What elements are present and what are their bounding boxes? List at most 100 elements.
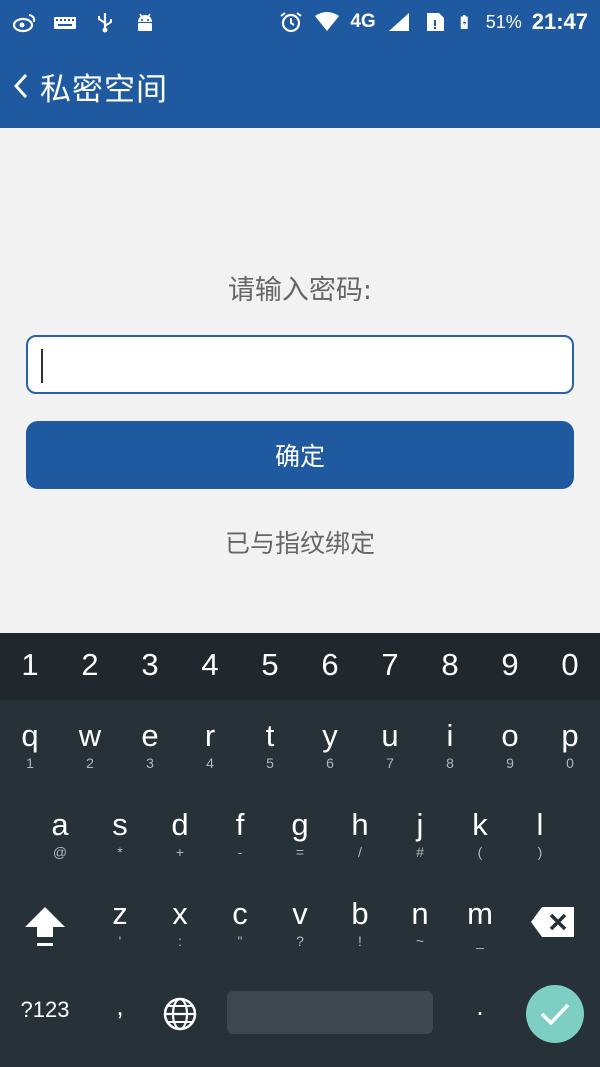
period-key[interactable]: .	[460, 991, 500, 1022]
key-hint: ~	[415, 933, 425, 949]
key-b[interactable]: b!	[330, 897, 390, 957]
key-i[interactable]: i8	[420, 719, 480, 779]
key-hint: 0	[566, 755, 574, 771]
confirm-button[interactable]: 确定	[26, 421, 574, 489]
key-hint: -	[237, 844, 243, 860]
symbols-key[interactable]: ?123	[10, 997, 80, 1023]
key-2[interactable]: 2	[60, 647, 120, 687]
key-c[interactable]: c "	[210, 897, 270, 957]
alarm-icon	[280, 12, 302, 33]
key-s[interactable]: s *	[90, 808, 150, 868]
key-letter: p	[561, 718, 579, 753]
password-field[interactable]	[26, 335, 574, 394]
key-l[interactable]: l)	[510, 808, 570, 868]
key-0[interactable]: 0	[540, 647, 600, 687]
language-key[interactable]	[160, 994, 200, 1034]
battery-icon	[460, 15, 468, 29]
status-time: 21:47	[531, 9, 588, 34]
space-key[interactable]	[227, 991, 433, 1034]
key-letter: v	[292, 896, 308, 931]
shift-key[interactable]	[20, 903, 70, 953]
back-button[interactable]	[10, 66, 32, 106]
key-hint: 1	[26, 755, 34, 771]
key-letter: d	[171, 807, 189, 842]
key-5[interactable]: 5	[240, 647, 300, 687]
status-left	[12, 11, 158, 33]
key-z[interactable]: z '	[90, 897, 150, 957]
key-4[interactable]: 4	[180, 647, 240, 687]
key-letter: o	[501, 718, 519, 753]
key-8[interactable]: 8	[420, 647, 480, 687]
key-d[interactable]: d +	[150, 808, 210, 868]
key-a[interactable]: a @	[30, 808, 90, 868]
key-letter: n	[411, 896, 429, 931]
chevron-left-icon	[13, 73, 28, 99]
key-hint: *	[117, 844, 123, 860]
key-letter: a	[51, 807, 69, 842]
key-letter: k	[472, 807, 488, 842]
app-bar: 私密空间	[0, 44, 600, 128]
text-caret	[41, 349, 43, 383]
key-letter: q	[21, 718, 39, 753]
key-hint: 8	[446, 755, 454, 771]
key-letter: z	[112, 896, 128, 931]
key-letter: m	[467, 896, 493, 931]
backspace-key[interactable]	[530, 905, 580, 939]
key-u[interactable]: u7	[360, 719, 420, 779]
status-bar: 4G 51% 21:47	[0, 0, 600, 44]
key-hint: @	[52, 844, 68, 860]
key-p[interactable]: p0	[540, 719, 600, 779]
key-hint: =	[295, 844, 305, 860]
password-prompt: 请输入密码:	[227, 275, 373, 306]
key-letter: f	[235, 807, 245, 842]
comma-key[interactable]: ,	[100, 991, 140, 1022]
signal-icon	[388, 13, 409, 31]
key-q[interactable]: q1	[0, 719, 60, 779]
key-hint: 5	[266, 755, 274, 771]
key-w[interactable]: w2	[60, 719, 120, 779]
key-hint: !	[358, 933, 362, 949]
key-o[interactable]: o9	[480, 719, 540, 779]
key-f[interactable]: f-	[210, 808, 270, 868]
key-v[interactable]: v?	[270, 897, 330, 957]
key-hint: +	[175, 844, 185, 860]
key-9[interactable]: 9	[480, 647, 540, 687]
key-3[interactable]: 3	[120, 647, 180, 687]
key-letter: e	[141, 718, 159, 753]
network-type: 4G	[350, 11, 376, 32]
android-icon	[138, 13, 152, 31]
key-hint: 4	[206, 755, 214, 771]
key-letter: w	[78, 718, 102, 753]
key-g[interactable]: g =	[270, 808, 330, 868]
key-hint: /	[358, 844, 362, 860]
weibo-icon	[12, 14, 36, 33]
key-7[interactable]: 7	[360, 647, 420, 687]
soft-keyboard: 1 2 3 4 5 6 7 8 9 0 q1 w2 e3 r4 t5 y6 u7…	[0, 633, 600, 1067]
key-n[interactable]: n ~	[390, 897, 450, 957]
sim-icon	[426, 13, 444, 31]
key-j[interactable]: j #	[390, 808, 450, 868]
globe-icon	[163, 997, 197, 1031]
password-input[interactable]	[28, 337, 572, 392]
key-e[interactable]: e3	[120, 719, 180, 779]
key-letter: y	[322, 718, 338, 753]
key-h[interactable]: h /	[330, 808, 390, 868]
checkmark-icon	[540, 1003, 570, 1026]
backspace-icon	[531, 907, 574, 937]
key-hint: 9	[506, 755, 514, 771]
key-1[interactable]: 1	[0, 647, 60, 687]
wifi-icon	[315, 12, 340, 31]
key-r[interactable]: r4	[180, 719, 240, 779]
key-letter: u	[381, 718, 399, 753]
key-hint: '	[118, 933, 122, 949]
key-k[interactable]: k(	[450, 808, 510, 868]
key-x[interactable]: x:	[150, 897, 210, 957]
key-t[interactable]: t5	[240, 719, 300, 779]
key-y[interactable]: y6	[300, 719, 360, 779]
key-m[interactable]: m _	[450, 897, 510, 957]
key-6[interactable]: 6	[300, 647, 360, 687]
status-right: 4G 51% 21:47	[278, 9, 588, 35]
key-hint: "	[237, 933, 243, 949]
enter-key[interactable]	[526, 985, 584, 1043]
key-hint: 2	[86, 755, 94, 771]
